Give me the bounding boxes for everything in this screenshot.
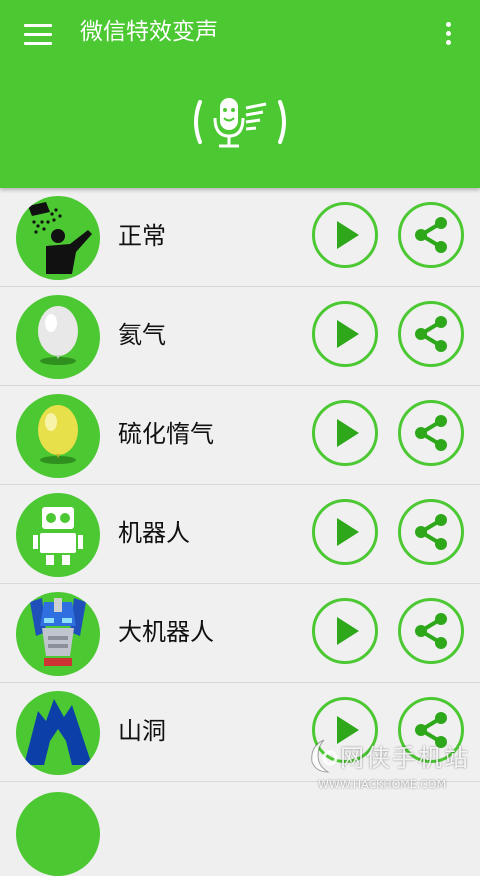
effect-row-helium[interactable]: 氦气 [0,287,480,386]
effect-avatar [16,592,100,676]
effect-avatar [16,295,100,379]
app-bar: 微信特效变声 [0,0,480,188]
share-icon [415,217,447,253]
share-button[interactable] [398,301,464,367]
effect-row-cave[interactable]: 山洞 [0,683,480,782]
effect-label: 正常 [118,222,166,250]
effect-label: 大机器人 [118,618,214,646]
play-icon [337,320,359,348]
effect-label: 氦气 [118,321,166,349]
play-icon [337,221,359,249]
effect-avatar [16,196,100,280]
effect-label: 硫化惰气 [118,420,214,448]
share-button[interactable] [398,697,464,763]
effect-label: 机器人 [118,519,190,547]
effects-list: 正常 氦气 硫化惰气 机器人 大机器人 山洞 [0,188,480,782]
effect-label: 山洞 [118,717,166,745]
play-icon [337,617,359,645]
more-vert-icon [445,22,451,27]
shower-person-icon [28,202,92,274]
menu-button[interactable] [24,24,52,46]
effect-row-sulfur[interactable]: 硫化惰气 [0,386,480,485]
effect-avatar [16,691,100,775]
overflow-menu-button[interactable] [440,22,456,48]
app-title: 微信特效变声 [80,19,218,45]
play-button[interactable] [312,499,378,565]
play-button[interactable] [312,400,378,466]
effect-row-big-robot[interactable]: 大机器人 [0,584,480,683]
white-balloon-icon [38,306,78,365]
effect-avatar [16,792,100,876]
effect-row-normal[interactable]: 正常 [0,188,480,287]
play-button[interactable] [312,697,378,763]
play-button[interactable] [312,202,378,268]
play-button[interactable] [312,598,378,664]
microphone-icon [194,98,286,148]
share-icon [415,316,447,352]
share-icon [415,712,447,748]
big-robot-icon [30,598,86,666]
play-button[interactable] [312,301,378,367]
share-button[interactable] [398,499,464,565]
play-icon [337,419,359,447]
partial-next-row [0,786,480,876]
effect-avatar [16,394,100,478]
effect-row-robot[interactable]: 机器人 [0,485,480,584]
record-button[interactable] [190,92,290,152]
play-icon [337,716,359,744]
share-button[interactable] [398,202,464,268]
share-icon [415,415,447,451]
hamburger-menu-icon [24,24,52,27]
play-icon [337,518,359,546]
effect-avatar [16,493,100,577]
yellow-balloon-icon [38,405,78,464]
share-button[interactable] [398,598,464,664]
share-icon [415,514,447,550]
share-icon [415,613,447,649]
cave-icon [24,699,92,765]
share-button[interactable] [398,400,464,466]
robot-icon [33,507,83,565]
